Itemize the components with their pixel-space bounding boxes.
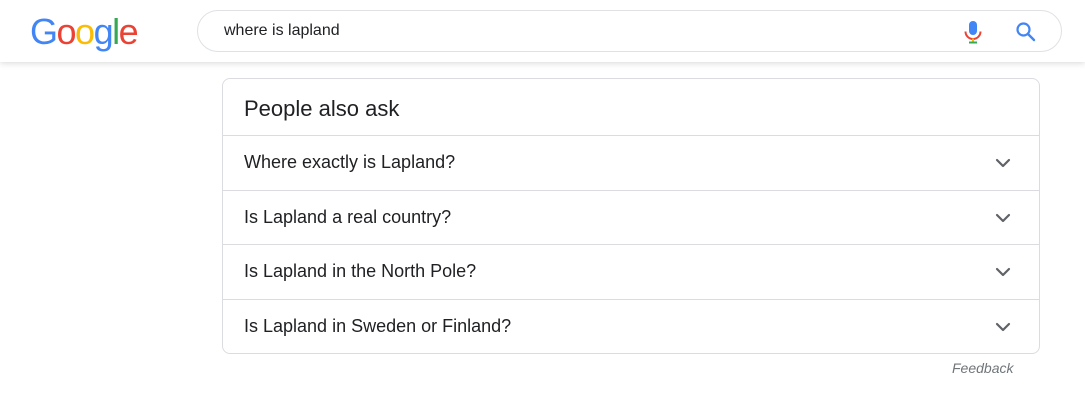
search-header: Google (0, 0, 1085, 62)
chevron-down-icon[interactable] (993, 208, 1013, 228)
google-logo[interactable]: Google (30, 11, 139, 52)
feedback-link[interactable]: Feedback (952, 360, 1013, 376)
mic-icon[interactable] (962, 20, 984, 44)
logo-letter: o (56, 11, 77, 52)
chevron-down-icon[interactable] (993, 262, 1013, 282)
chevron-down-icon[interactable] (993, 317, 1013, 337)
search-input[interactable] (224, 11, 944, 51)
question-item[interactable]: Is Lapland in the North Pole? (223, 244, 1039, 299)
question-label: Is Lapland in Sweden or Finland? (244, 315, 512, 336)
people-also-ask-card: People also ask Where exactly is Lapland… (222, 78, 1040, 354)
people-also-ask-list: Where exactly is Lapland? Is Lapland a r… (223, 135, 1039, 353)
search-icon[interactable] (1014, 20, 1038, 44)
question-item[interactable]: Where exactly is Lapland? (223, 135, 1039, 190)
search-box (197, 10, 1062, 52)
people-also-ask-title: People also ask (244, 96, 400, 121)
logo-letter: o (75, 11, 95, 52)
question-label: Is Lapland in the North Pole? (244, 261, 477, 281)
question-item[interactable]: Is Lapland in Sweden or Finland? (223, 298, 1039, 354)
chevron-down-icon[interactable] (993, 153, 1013, 173)
question-label: Where exactly is Lapland? (244, 152, 456, 172)
logo-letter: g (93, 11, 114, 52)
logo-letter: G (30, 11, 58, 52)
question-item[interactable]: Is Lapland a real country? (223, 189, 1039, 245)
question-label: Is Lapland a real country? (244, 206, 452, 227)
logo-letter: e (118, 11, 139, 52)
